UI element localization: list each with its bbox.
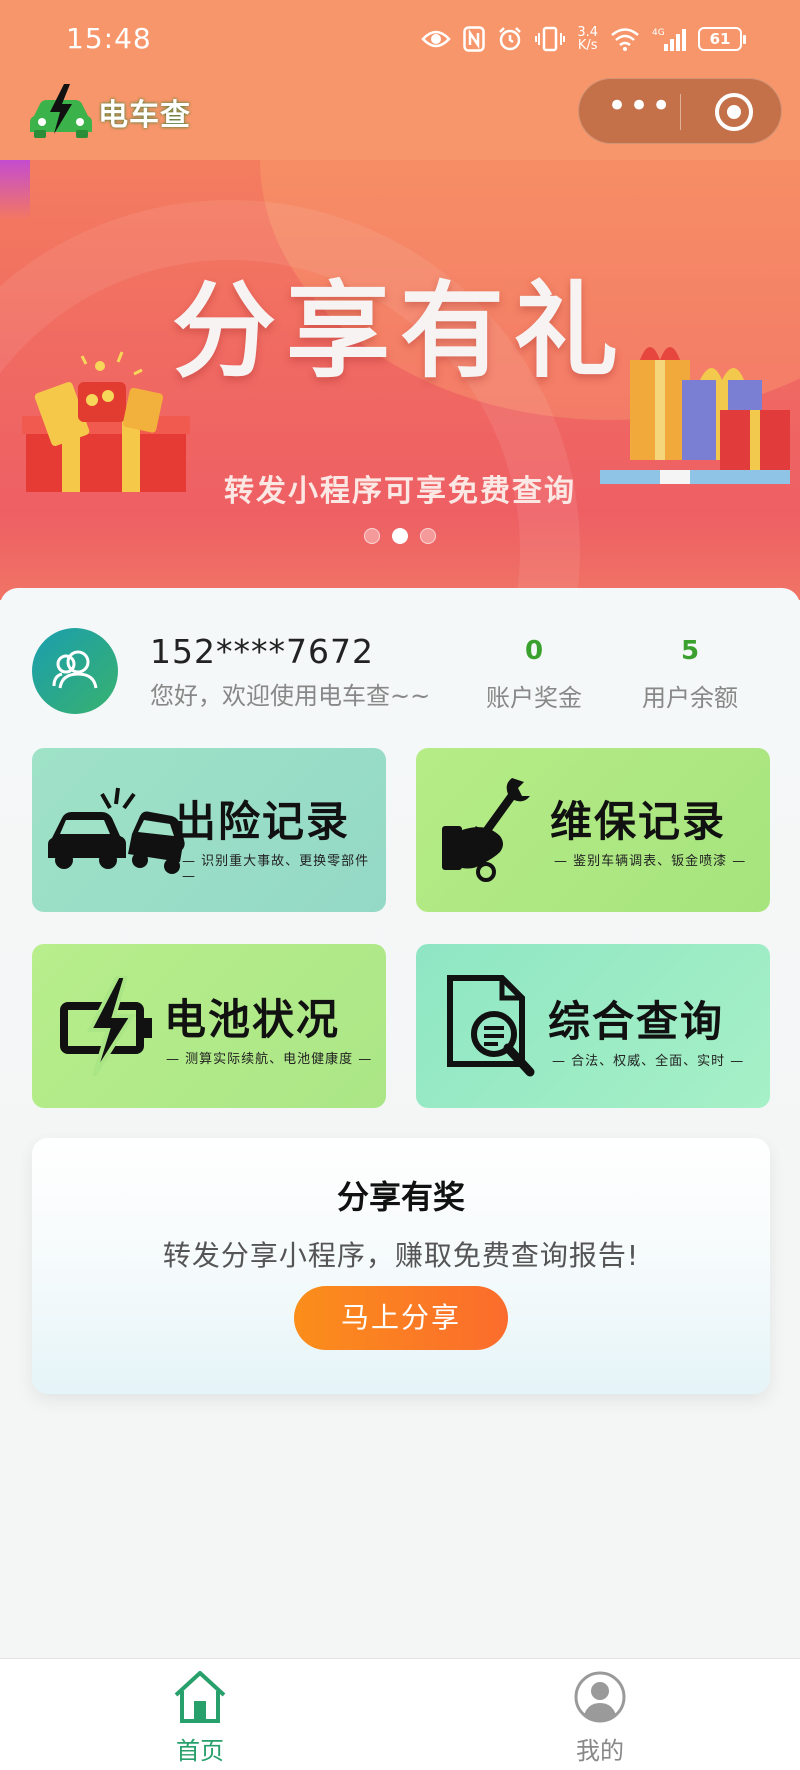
avatar[interactable]: [32, 628, 118, 714]
home-icon: [174, 1671, 226, 1723]
stat-value: 5: [680, 636, 700, 666]
tile-description: — 合法、权威、全面、实时 —: [552, 1054, 745, 1069]
more-menu-button[interactable]: •••: [607, 89, 671, 129]
car-crash-icon: [48, 787, 185, 874]
tile-title: 综合查询: [548, 997, 725, 1046]
pagination-dot-active[interactable]: [392, 528, 408, 544]
welcome-text: 您好，欢迎使用电车查~~: [150, 682, 431, 710]
tile-description: — 鉴别车辆调表、钣金喷漆 —: [554, 854, 747, 869]
tab-label: 首页: [176, 1737, 224, 1765]
bottom-tab-bar: 首页 我的: [0, 1658, 800, 1770]
banner-pagination: [0, 526, 800, 546]
users-icon: [52, 650, 98, 689]
status-bar: 15:48 3.4 K/s 4G 61: [0, 0, 800, 78]
share-description: 转发分享小程序，赚取免费查询报告!: [162, 1239, 640, 1272]
alarm-icon: [499, 27, 522, 51]
top-header-area: 15:48 3.4 K/s 4G 61 电车查 •••: [0, 0, 800, 160]
wrench-hand-icon: [442, 778, 530, 882]
tab-mine[interactable]: 我的: [540, 1669, 660, 1766]
capsule-divider: [680, 94, 681, 130]
user-icon: [574, 1671, 626, 1723]
document-search-icon: [447, 975, 535, 1077]
tile-title: 电池状况: [164, 995, 341, 1044]
stat-label: 账户奖金: [486, 684, 582, 712]
svg-text:4G: 4G: [652, 28, 665, 38]
stat-account-bonus[interactable]: 0 账户奖金: [464, 636, 604, 713]
app-logo-icon: [30, 84, 92, 138]
share-title: 分享有奖: [336, 1178, 465, 1216]
promo-banner[interactable]: 分享有礼 转发小程序可享免费查询: [0, 160, 800, 600]
banner-title: 分享有礼: [171, 270, 628, 392]
battery-indicator: 61: [698, 27, 746, 51]
nfc-icon: [463, 26, 486, 52]
tab-label: 我的: [576, 1737, 624, 1765]
mini-program-capsule: •••: [578, 78, 782, 144]
tile-title: 维保记录: [550, 797, 727, 846]
tile-battery-status[interactable]: 电池状况 — 测算实际续航、电池健康度 —: [32, 944, 386, 1108]
status-icons: 3.4 K/s 4G 61: [421, 22, 746, 56]
vibrate-icon: [535, 26, 566, 52]
tile-description: — 测算实际续航、电池健康度 —: [166, 1052, 373, 1067]
network-speed: 3.4 K/s: [577, 25, 598, 53]
tile-description: — 识别重大事故、更换零部件 —: [182, 854, 370, 884]
stat-label: 用户余额: [642, 684, 738, 712]
share-now-button[interactable]: 马上分享: [294, 1286, 508, 1350]
stat-user-balance[interactable]: 5 用户余额: [620, 636, 760, 713]
pagination-dot[interactable]: [364, 528, 380, 544]
tile-maintenance-record[interactable]: 维保记录 — 鉴别车辆调表、钣金喷漆 —: [416, 748, 770, 912]
signal-icon: 4G: [652, 28, 686, 51]
user-info-row: 152****7672 您好，欢迎使用电车查~~ 0 账户奖金 5 用户余额: [0, 618, 800, 718]
banner-decoration: [0, 160, 30, 220]
app-header: 电车查 •••: [0, 78, 800, 158]
banner-subtitle: 转发小程序可享免费查询: [224, 474, 576, 509]
stat-value: 0: [524, 636, 544, 666]
share-reward-card: 分享有奖 转发分享小程序，赚取免费查询报告! 马上分享: [32, 1138, 770, 1394]
pagination-dot[interactable]: [420, 528, 436, 544]
wifi-icon: [611, 28, 639, 51]
tile-claims-record[interactable]: 出险记录 — 识别重大事故、更换零部件 —: [32, 748, 386, 912]
tile-comprehensive-query[interactable]: 综合查询 — 合法、权威、全面、实时 —: [416, 944, 770, 1108]
tab-home[interactable]: 首页: [140, 1669, 260, 1766]
user-phone: 152****7672: [150, 632, 374, 671]
status-time: 15:48: [66, 22, 152, 55]
battery-bolt-icon: [60, 976, 152, 1076]
tile-title: 出险记录: [174, 797, 351, 846]
close-miniprogram-button[interactable]: [715, 93, 753, 131]
eye-icon: [421, 30, 452, 48]
app-name: 电车查: [98, 98, 191, 133]
